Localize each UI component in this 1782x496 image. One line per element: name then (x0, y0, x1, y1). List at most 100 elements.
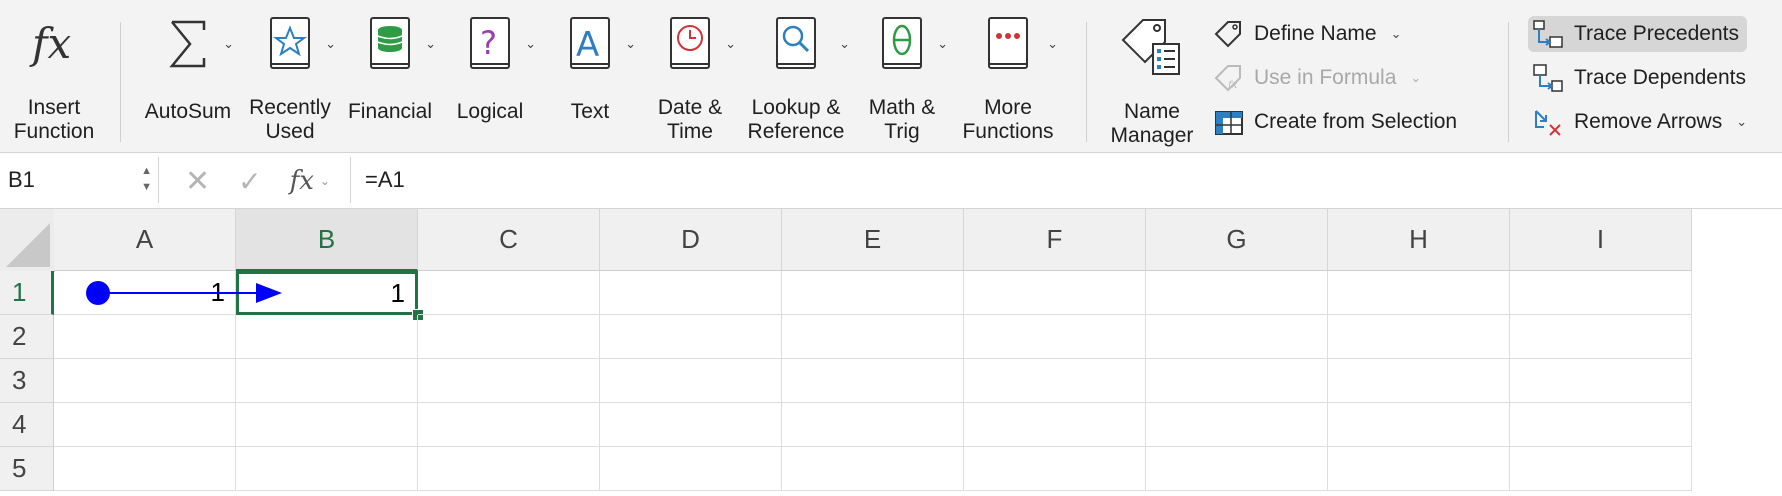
cell-c1[interactable] (418, 271, 600, 315)
cell-e2[interactable] (782, 315, 964, 359)
cell-c3[interactable] (418, 359, 600, 403)
chevron-down-icon[interactable]: ⌄ (1047, 36, 1058, 52)
cell-i3[interactable] (1510, 359, 1692, 403)
cell-h2[interactable] (1328, 315, 1510, 359)
autosum-button[interactable]: ⌄ AutoSum (136, 14, 240, 144)
chevron-down-icon[interactable]: ⌄ (223, 36, 234, 52)
insert-function-button[interactable]: fx Insert Function (4, 14, 104, 144)
name-manager-button[interactable]: Name Manager (1100, 14, 1204, 147)
text-functions-button[interactable]: A ⌄ Text (540, 14, 640, 144)
row-header-5[interactable]: 5 (0, 447, 54, 491)
chevron-down-icon[interactable]: ⌄ (425, 36, 436, 52)
row-header-3[interactable]: 3 (0, 359, 54, 403)
cell-h5[interactable] (1328, 447, 1510, 491)
cell-f4[interactable] (964, 403, 1146, 447)
cell-c5[interactable] (418, 447, 600, 491)
lookup-reference-button[interactable]: ⌄ Lookup & Reference (740, 14, 852, 144)
cell-a5[interactable] (54, 447, 236, 491)
cell-h1[interactable] (1328, 271, 1510, 315)
date-time-button[interactable]: ⌄ Date & Time (640, 14, 740, 144)
recently-used-button[interactable]: ⌄ Recently Used (240, 14, 340, 144)
cell-f1[interactable] (964, 271, 1146, 315)
cell-e5[interactable] (782, 447, 964, 491)
cell-b2[interactable] (236, 315, 418, 359)
remove-arrows-icon (1535, 110, 1561, 136)
formula-input[interactable]: =A1 (350, 157, 1782, 203)
cancel-icon[interactable]: ✕ (185, 164, 210, 199)
cell-g1[interactable] (1146, 271, 1328, 315)
cell-b4[interactable] (236, 403, 418, 447)
create-from-selection-button[interactable]: Create from Selection (1210, 104, 1465, 140)
enter-check-icon[interactable]: ✓ (238, 165, 261, 198)
use-in-formula-button[interactable]: fx Use in Formula ⌄ (1210, 60, 1429, 96)
column-header-c[interactable]: C (418, 209, 600, 271)
name-box-stepper-icon[interactable]: ▲ ▼ (141, 163, 152, 195)
cell-g4[interactable] (1146, 403, 1328, 447)
column-header-e[interactable]: E (782, 209, 964, 271)
cell-d3[interactable] (600, 359, 782, 403)
cell-d4[interactable] (600, 403, 782, 447)
chevron-down-icon[interactable]: ⌄ (625, 36, 636, 52)
column-header-a[interactable]: A (54, 209, 236, 271)
cell-d2[interactable] (600, 315, 782, 359)
cell-i2[interactable] (1510, 315, 1692, 359)
chevron-down-icon[interactable]: ⌄ (320, 174, 330, 188)
column-header-h[interactable]: H (1328, 209, 1510, 271)
row-header-1[interactable]: 1 (0, 271, 54, 315)
cell-h3[interactable] (1328, 359, 1510, 403)
cell-c2[interactable] (418, 315, 600, 359)
remove-arrows-button[interactable]: Remove Arrows ⌄ (1528, 104, 1755, 140)
insert-function-fx-icon[interactable]: fx (290, 166, 314, 196)
row-header-4[interactable]: 4 (0, 403, 54, 447)
cell-e1[interactable] (782, 271, 964, 315)
column-header-d[interactable]: D (600, 209, 782, 271)
chevron-down-icon[interactable]: ⌄ (725, 36, 736, 52)
chevron-down-icon[interactable]: ⌄ (937, 36, 948, 52)
cell-g2[interactable] (1146, 315, 1328, 359)
svg-text:A: A (576, 25, 599, 65)
chevron-down-icon[interactable]: ⌄ (839, 36, 850, 52)
trace-precedents-button[interactable]: Trace Precedents (1528, 16, 1747, 52)
cell-f2[interactable] (964, 315, 1146, 359)
column-header-f[interactable]: F (964, 209, 1146, 271)
cell-b1[interactable]: 1 (236, 271, 418, 315)
column-header-b[interactable]: B (236, 209, 418, 271)
theta-book-icon (882, 17, 922, 69)
cell-g3[interactable] (1146, 359, 1328, 403)
spreadsheet-grid: ABCDEFGHI1112345 (0, 209, 1782, 496)
cell-a2[interactable] (54, 315, 236, 359)
financial-button[interactable]: ⌄ Financial (340, 14, 440, 144)
cell-g5[interactable] (1146, 447, 1328, 491)
svg-text:fx: fx (1227, 80, 1238, 91)
fx-icon: fx (4, 14, 104, 74)
ribbon-separator (1508, 22, 1509, 142)
chevron-down-icon[interactable]: ⌄ (325, 36, 336, 52)
cell-b5[interactable] (236, 447, 418, 491)
more-functions-button[interactable]: ⌄ More Functions (952, 14, 1064, 144)
cell-f5[interactable] (964, 447, 1146, 491)
cell-i5[interactable] (1510, 447, 1692, 491)
cell-h4[interactable] (1328, 403, 1510, 447)
cell-a3[interactable] (54, 359, 236, 403)
name-box[interactable]: B1 ▲ ▼ (0, 157, 159, 203)
cell-e3[interactable] (782, 359, 964, 403)
cell-i1[interactable] (1510, 271, 1692, 315)
cell-e4[interactable] (782, 403, 964, 447)
cell-b3[interactable] (236, 359, 418, 403)
cell-i4[interactable] (1510, 403, 1692, 447)
column-header-g[interactable]: G (1146, 209, 1328, 271)
cell-d5[interactable] (600, 447, 782, 491)
cell-a4[interactable] (54, 403, 236, 447)
chevron-down-icon[interactable]: ⌄ (525, 36, 536, 52)
column-header-i[interactable]: I (1510, 209, 1692, 271)
cell-f3[interactable] (964, 359, 1146, 403)
trace-dependents-button[interactable]: Trace Dependents (1528, 60, 1754, 96)
cell-d1[interactable] (600, 271, 782, 315)
define-name-button[interactable]: Define Name ⌄ (1210, 16, 1409, 52)
logical-button[interactable]: ? ⌄ Logical (440, 14, 540, 144)
cell-a1[interactable]: 1 (54, 271, 236, 315)
select-all-corner[interactable] (0, 209, 55, 272)
row-header-2[interactable]: 2 (0, 315, 54, 359)
cell-c4[interactable] (418, 403, 600, 447)
math-trig-button[interactable]: ⌄ Math & Trig (852, 14, 952, 144)
